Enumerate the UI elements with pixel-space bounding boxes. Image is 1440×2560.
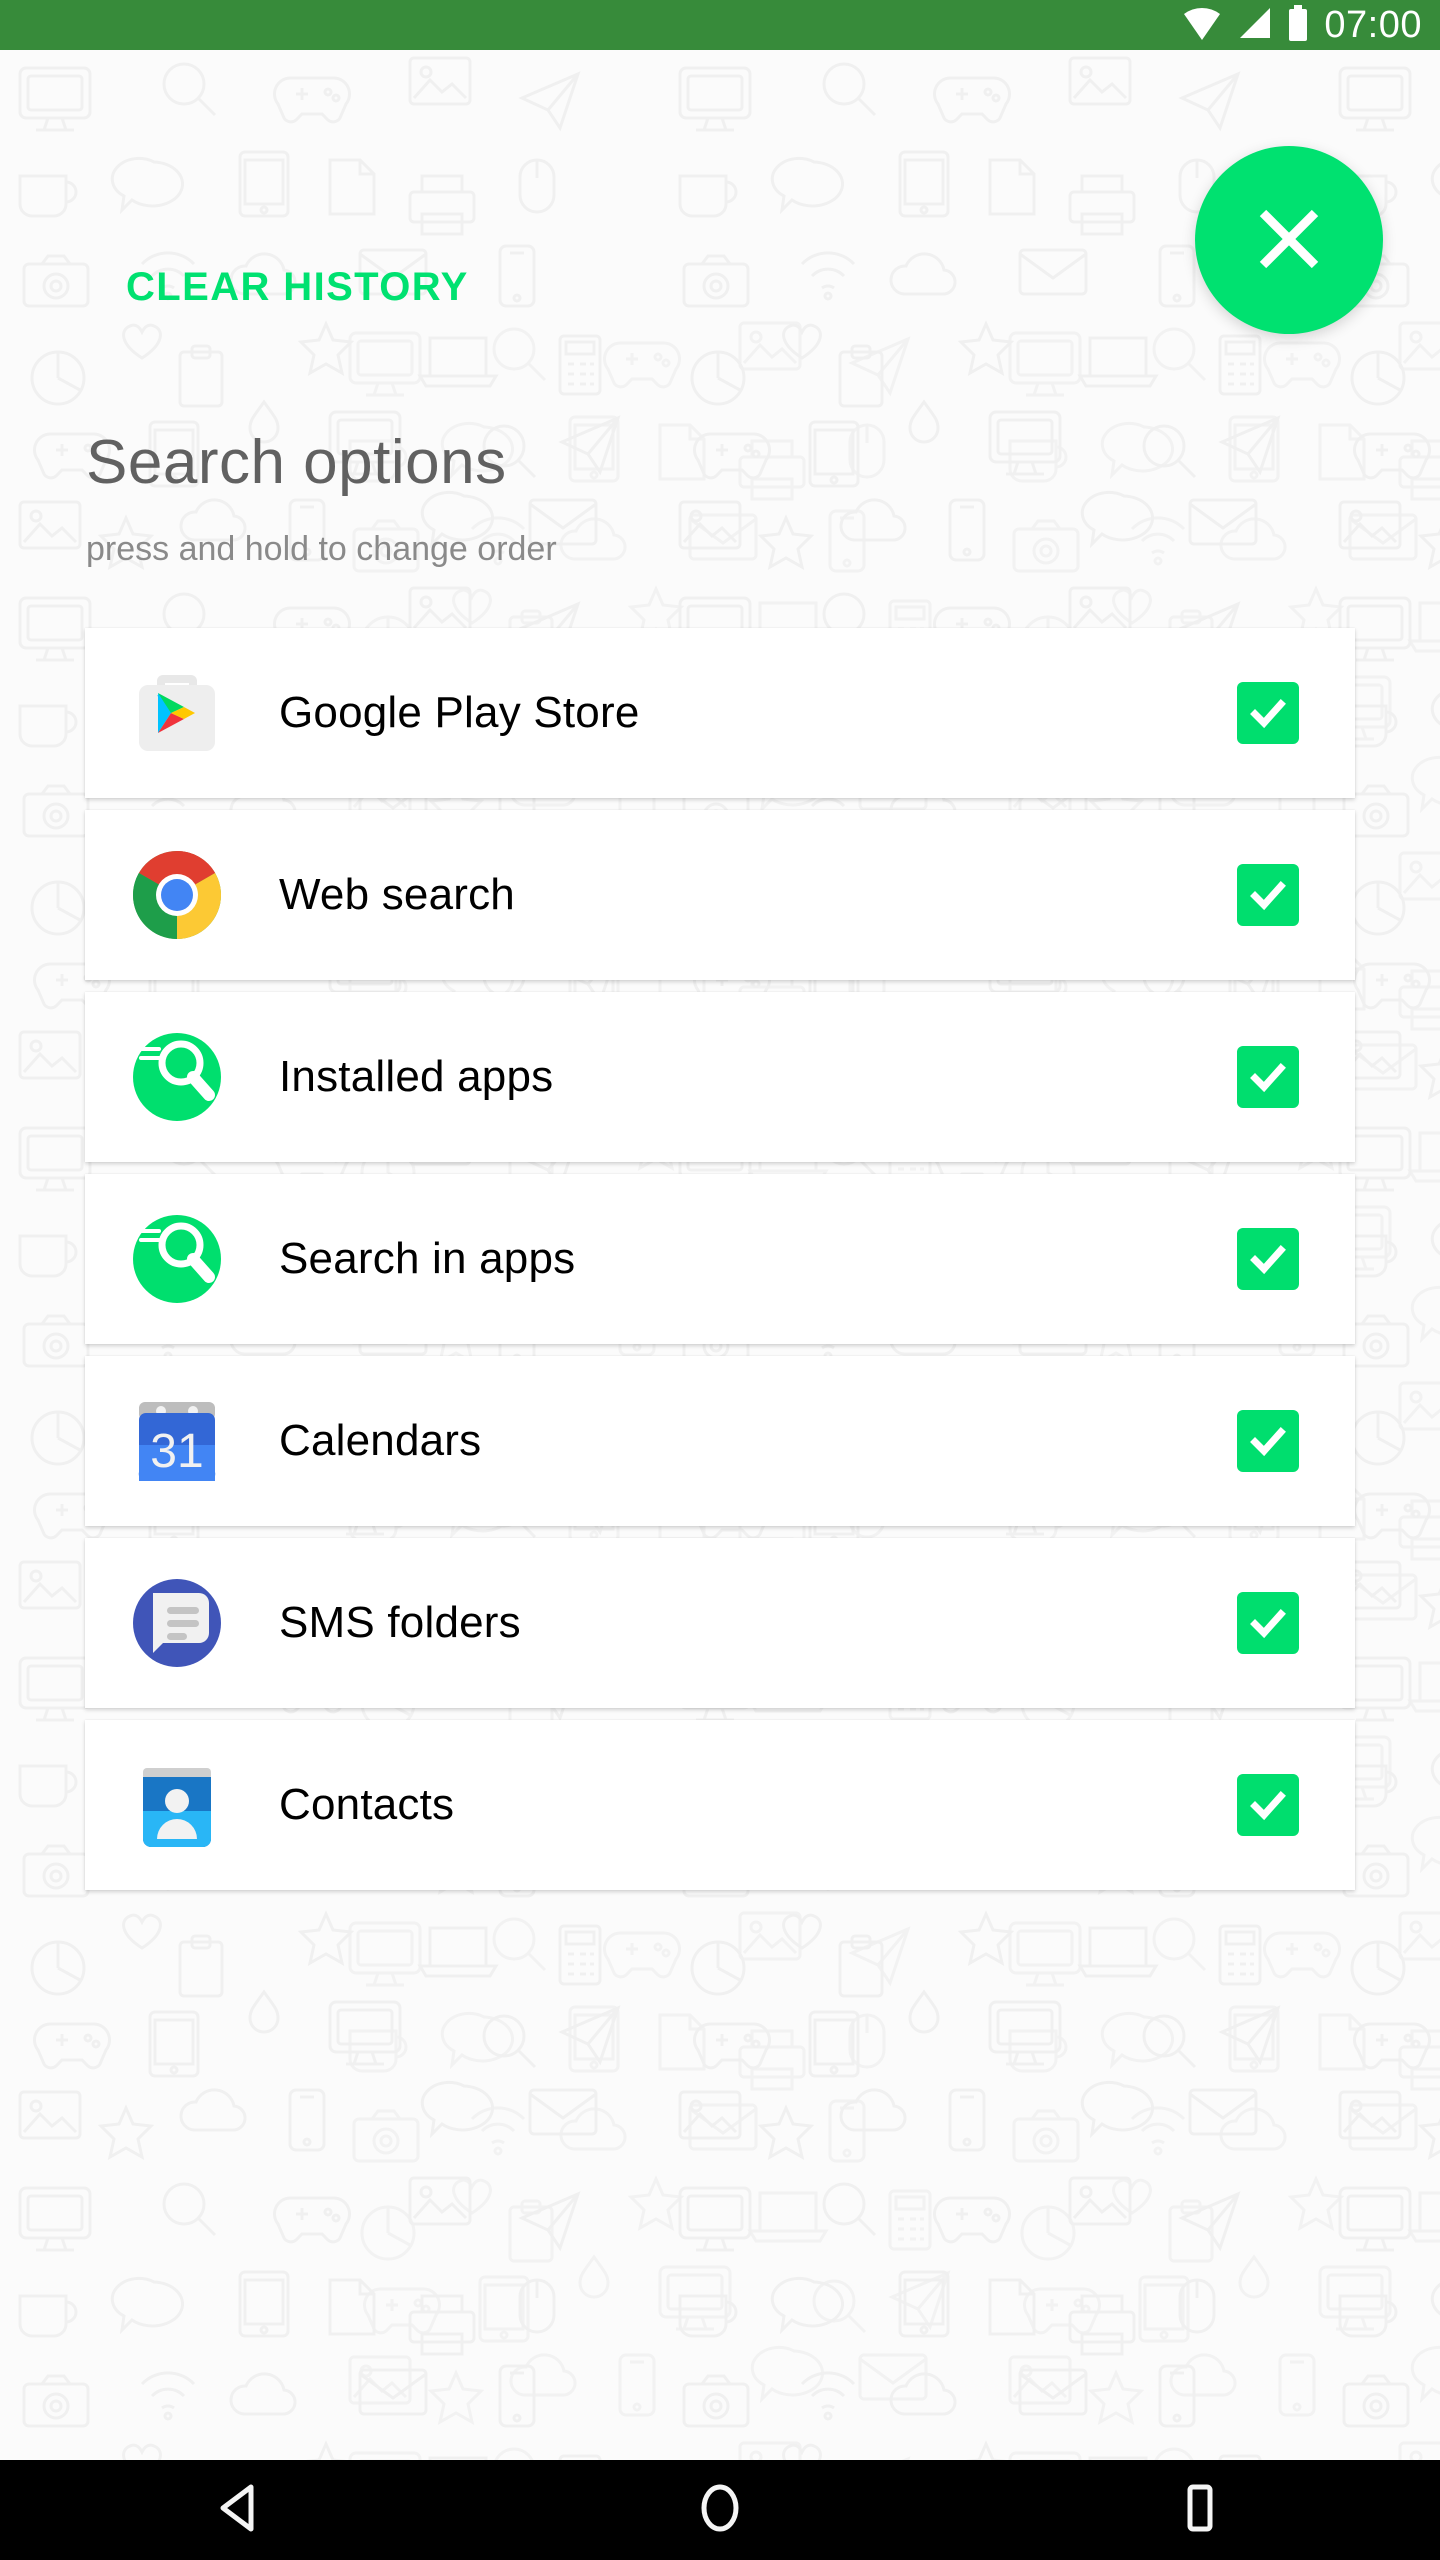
circle-home-icon <box>695 2483 745 2538</box>
android-navigation-bar <box>0 2460 1440 2560</box>
list-item[interactable]: Installed apps <box>85 992 1355 1162</box>
list-item[interactable]: Search in apps <box>85 1174 1355 1344</box>
list-item[interactable]: 31 Calendars <box>85 1356 1355 1526</box>
close-icon <box>1250 200 1328 281</box>
checkbox-google-play-store[interactable] <box>1237 682 1299 744</box>
search-green-icon <box>123 1023 231 1131</box>
page-title: Search options <box>86 428 507 497</box>
list-item-label: Installed apps <box>279 1052 554 1101</box>
list-item-label: SMS folders <box>279 1598 521 1647</box>
checkbox-calendars[interactable] <box>1237 1410 1299 1472</box>
checkbox-web-search[interactable] <box>1237 864 1299 926</box>
clear-history-button[interactable]: CLEAR HISTORY <box>126 265 469 310</box>
recents-button[interactable] <box>1130 2460 1270 2560</box>
google-play-store-icon <box>123 659 231 767</box>
list-item-label: Calendars <box>279 1416 482 1465</box>
checkbox-contacts[interactable] <box>1237 1774 1299 1836</box>
list-item-label: Google Play Store <box>279 688 640 737</box>
checkbox-search-in-apps[interactable] <box>1237 1228 1299 1290</box>
square-recents-icon <box>1177 2483 1223 2538</box>
wifi-icon <box>1182 6 1222 45</box>
signal-icon <box>1236 6 1272 45</box>
app-screen: 07:00 CLEAR HISTORY Search options press… <box>0 0 1440 2560</box>
home-button[interactable] <box>650 2460 790 2560</box>
battery-icon <box>1286 4 1310 46</box>
back-button[interactable] <box>170 2460 310 2560</box>
status-bar-time: 07:00 <box>1324 4 1422 46</box>
google-messages-icon <box>123 1569 231 1677</box>
triangle-back-icon <box>217 2483 263 2538</box>
search-options-list: Google Play Store Web search Installed a… <box>0 628 1440 1902</box>
list-item[interactable]: Web search <box>85 810 1355 980</box>
list-item[interactable]: Google Play Store <box>85 628 1355 798</box>
page-subtitle: press and hold to change order <box>86 530 557 568</box>
google-contacts-icon <box>123 1751 231 1859</box>
status-bar: 07:00 <box>0 0 1440 50</box>
checkbox-sms-folders[interactable] <box>1237 1592 1299 1654</box>
close-button[interactable] <box>1195 146 1383 334</box>
list-item-label: Search in apps <box>279 1234 576 1283</box>
google-calendar-icon: 31 <box>123 1387 231 1495</box>
list-item[interactable]: Contacts <box>85 1720 1355 1890</box>
checkbox-installed-apps[interactable] <box>1237 1046 1299 1108</box>
list-item-label: Contacts <box>279 1780 455 1829</box>
list-item-label: Web search <box>279 870 515 919</box>
chrome-icon <box>123 841 231 949</box>
calendar-day-text: 31 <box>150 1425 203 1478</box>
list-item[interactable]: SMS folders <box>85 1538 1355 1708</box>
search-green-icon <box>123 1205 231 1313</box>
main-content: CLEAR HISTORY Search options press and h… <box>0 50 1440 2460</box>
